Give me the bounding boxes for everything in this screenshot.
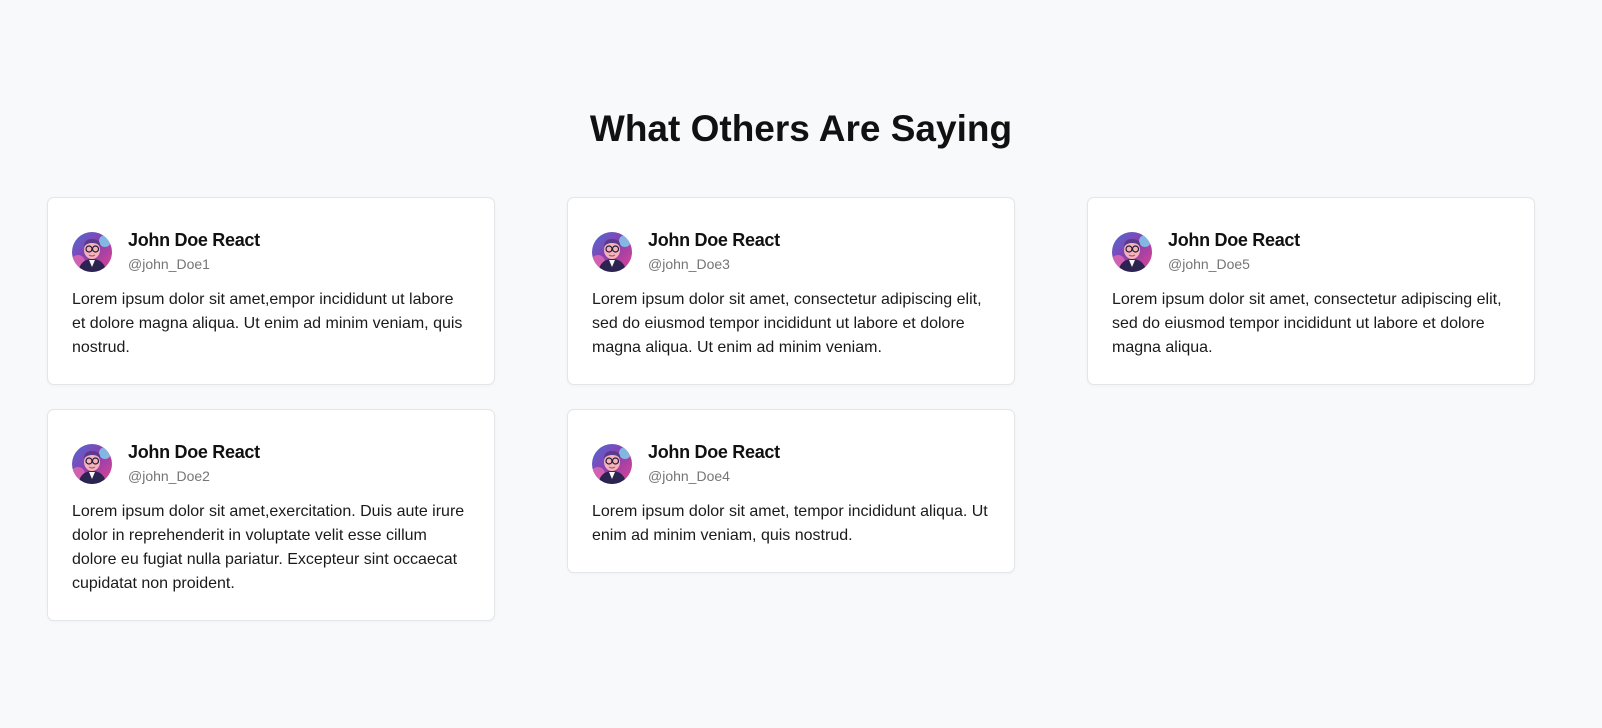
- card-header: John Doe React @john_Doe3: [592, 229, 990, 274]
- testimonial-text: Lorem ipsum dolor sit amet,exercitation.…: [72, 503, 465, 592]
- card-header: John Doe React @john_Doe2: [72, 441, 470, 486]
- testimonials-column-3: John Doe React @john_Doe5 Lorem ipsum do…: [1087, 197, 1535, 385]
- testimonial-card: John Doe React @john_Doe3 Lorem ipsum do…: [567, 197, 1015, 385]
- testimonial-card: John Doe React @john_Doe1 Lorem ipsum do…: [47, 197, 495, 385]
- user-block: John Doe React @john_Doe2: [128, 441, 260, 486]
- testimonials-column-2: John Doe React @john_Doe3 Lorem ipsum do…: [567, 197, 1015, 573]
- user-block: John Doe React @john_Doe3: [648, 229, 780, 274]
- cartoon-avatar-icon: [72, 232, 112, 272]
- user-block: John Doe React @john_Doe4: [648, 441, 780, 486]
- page-title: What Others Are Saying: [589, 108, 1013, 149]
- testimonial-text: Lorem ipsum dolor sit amet, consectetur …: [592, 291, 982, 356]
- user-name: John Doe React: [648, 230, 780, 250]
- user-block: John Doe React @john_Doe1: [128, 229, 260, 274]
- testimonial-card: John Doe React @john_Doe4 Lorem ipsum do…: [567, 409, 1015, 573]
- testimonials-column-1: John Doe React @john_Doe1 Lorem ipsum do…: [47, 197, 495, 621]
- user-name: John Doe React: [128, 230, 260, 250]
- cartoon-avatar-icon: [592, 444, 632, 484]
- testimonial-text: Lorem ipsum dolor sit amet,empor incidid…: [72, 291, 463, 356]
- cartoon-avatar-icon: [72, 444, 112, 484]
- testimonial-text: Lorem ipsum dolor sit amet, consectetur …: [1112, 291, 1502, 356]
- user-block: John Doe React @john_Doe5: [1168, 229, 1300, 274]
- cartoon-avatar-icon: [592, 232, 632, 272]
- user-handle: @john_Doe1: [128, 256, 210, 272]
- card-header: John Doe React @john_Doe1: [72, 229, 470, 274]
- user-handle: @john_Doe5: [1168, 256, 1250, 272]
- testimonial-card: John Doe React @john_Doe2 Lorem ipsum do…: [47, 409, 495, 621]
- user-name: John Doe React: [128, 442, 260, 462]
- cartoon-avatar-icon: [1112, 232, 1152, 272]
- user-handle: @john_Doe3: [648, 256, 730, 272]
- testimonial-card: John Doe React @john_Doe5 Lorem ipsum do…: [1087, 197, 1535, 385]
- testimonial-text: Lorem ipsum dolor sit amet, tempor incid…: [592, 503, 988, 544]
- user-name: John Doe React: [648, 442, 780, 462]
- card-header: John Doe React @john_Doe4: [592, 441, 990, 486]
- user-handle: @john_Doe4: [648, 468, 730, 484]
- user-name: John Doe React: [1168, 230, 1300, 250]
- card-header: John Doe React @john_Doe5: [1112, 229, 1510, 274]
- user-handle: @john_Doe2: [128, 468, 210, 484]
